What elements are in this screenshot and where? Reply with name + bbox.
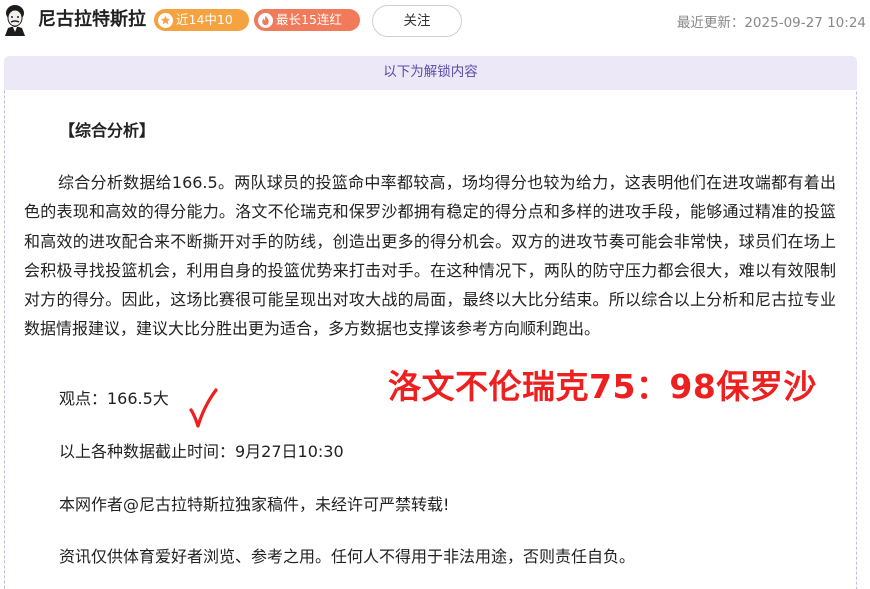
follow-button[interactable]: 关注 xyxy=(372,5,462,37)
recent-record-badge: 近14中10 xyxy=(154,9,249,31)
update-time: 最近更新：2025-09-27 10:24 xyxy=(676,15,866,31)
cutoff-time-line: 以上各种数据截止时间：9月27日10:30 xyxy=(59,442,344,461)
disclaimer-line: 资讯仅供体育爱好者浏览、参考之用。任何人不得用于非法用途，否则责任自负。 xyxy=(59,547,636,566)
avatar[interactable] xyxy=(2,4,28,36)
viewpoint-line: 观点：166.5大 xyxy=(59,389,169,408)
match-score-overlay: 洛文不伦瑞克75：98保罗沙 xyxy=(388,367,817,406)
unlock-banner: 以下为解锁内容 xyxy=(4,56,857,90)
author-name[interactable]: 尼古拉特斯拉 xyxy=(38,9,146,31)
star-icon xyxy=(158,12,173,28)
section-title: 【综合分析】 xyxy=(59,121,156,140)
author-header: 尼古拉特斯拉 近14中10 最长15连红 关注 最近更新：2025-09-27 … xyxy=(0,0,870,44)
copyright-line: 本网作者@尼古拉特斯拉独家稿件，未经许可严禁转载! xyxy=(59,495,450,514)
streak-badge: 最长15连红 xyxy=(254,9,360,31)
streak-label: 最长15连红 xyxy=(276,12,342,27)
recent-record-label: 近14中10 xyxy=(176,12,233,27)
analysis-paragraph: 综合分析数据给166.5。两队球员的投篮命中率都较高，场均得分也较为给力，这表明… xyxy=(24,173,836,339)
flame-icon xyxy=(258,12,273,28)
check-mark-icon xyxy=(188,388,218,430)
